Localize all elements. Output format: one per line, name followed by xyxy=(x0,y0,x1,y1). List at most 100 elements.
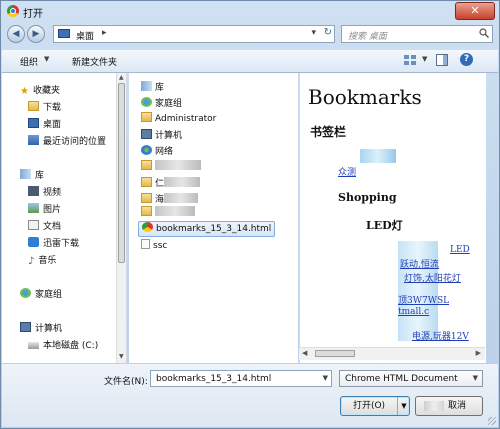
open-button[interactable]: 打开(O) ▼ xyxy=(340,396,410,416)
file-type-select[interactable]: Chrome HTML Document ▼ xyxy=(339,370,483,387)
file-item-label: ssc xyxy=(153,241,168,251)
preview-folder-item: LED灯 xyxy=(366,219,403,232)
blurred-filename xyxy=(155,160,201,170)
desktop-icon xyxy=(28,118,39,128)
preview-scroll-thumb[interactable] xyxy=(315,350,355,357)
resize-grip-icon[interactable] xyxy=(488,417,496,425)
file-item-administrator[interactable]: Administrator xyxy=(141,112,216,126)
preview-link[interactable]: LED xyxy=(450,245,470,255)
filename-label: 文件名(N): xyxy=(104,377,148,387)
sidebar-item-thunder-downloads[interactable]: 迅雷下载 xyxy=(28,236,79,250)
sidebar-item-desktop[interactable]: 桌面 xyxy=(28,117,61,131)
recent-places-icon xyxy=(28,135,39,145)
search-input[interactable]: 搜索 桌面 xyxy=(348,29,387,42)
preview-horizontal-scrollbar[interactable]: ◀ ▶ xyxy=(299,347,485,360)
file-item-homegroup[interactable]: 家庭组 xyxy=(141,96,182,110)
preview-pane: Bookmarks 书签栏 众测 Shopping LED灯 LED 跃动,恒流… xyxy=(299,73,486,363)
drive-icon xyxy=(28,342,39,349)
folder-icon xyxy=(141,193,152,203)
thunder-download-icon xyxy=(28,237,39,247)
open-dropdown-icon[interactable]: ▼ xyxy=(397,397,410,415)
filename-value[interactable]: bookmarks_15_3_14.html xyxy=(156,374,271,384)
sidebar-item-local-disk-c[interactable]: 本地磁盘 (C:) xyxy=(28,338,98,352)
sidebar-item-favorites[interactable]: ★ 收藏夹 xyxy=(20,83,60,97)
file-item-libraries[interactable]: 库 xyxy=(141,80,164,94)
file-item-label: 仁 xyxy=(155,179,165,189)
organize-button[interactable]: 组织 xyxy=(20,55,38,68)
chrome-icon xyxy=(7,5,19,17)
forward-button[interactable]: ▶ xyxy=(27,25,45,43)
search-icon[interactable] xyxy=(479,28,489,38)
sidebar-scrollbar[interactable]: ▲ ▼ xyxy=(116,73,126,363)
cancel-button-label[interactable]: 取消 xyxy=(448,401,466,411)
sidebar-item-label: 家庭组 xyxy=(35,290,63,300)
blurred-filename xyxy=(155,206,195,216)
sidebar-item-label: 计算机 xyxy=(35,324,63,334)
search-box[interactable]: 搜索 桌面 xyxy=(341,25,493,43)
file-item-label: 计算机 xyxy=(155,131,183,141)
address-dropdown-icon[interactable]: ▾ xyxy=(311,28,316,38)
close-button[interactable]: ✕ xyxy=(455,2,495,20)
file-item-network[interactable]: 网络 xyxy=(141,144,173,158)
file-item-blurred-folder[interactable]: 海 xyxy=(141,192,199,206)
sidebar-item-recent-places[interactable]: 最近访问的位置 xyxy=(28,134,106,148)
file-item-blurred-folder[interactable] xyxy=(141,206,195,220)
preview-link[interactable]: 顶3W7WSL xyxy=(398,293,449,306)
homegroup-icon xyxy=(141,97,152,107)
homegroup-icon xyxy=(20,288,31,298)
file-item-label: 家庭组 xyxy=(155,99,183,109)
preview-link[interactable]: 跃动,恒流 xyxy=(400,257,439,270)
organize-dropdown-icon[interactable]: ▼ xyxy=(44,55,49,63)
file-item-computer[interactable]: 计算机 xyxy=(141,128,182,142)
sidebar-item-music[interactable]: ♪ 音乐 xyxy=(28,253,56,267)
view-options-icon[interactable] xyxy=(404,54,416,66)
preview-link[interactable]: tmall.c xyxy=(398,307,429,317)
star-icon: ★ xyxy=(20,86,29,97)
sidebar-scroll-thumb[interactable] xyxy=(118,83,125,263)
preview-pane-icon[interactable] xyxy=(436,54,448,66)
scroll-down-icon[interactable]: ▼ xyxy=(119,353,124,360)
breadcrumb-chevron-icon[interactable]: ▸ xyxy=(102,28,107,38)
filename-field[interactable]: bookmarks_15_3_14.html ▼ xyxy=(150,370,332,387)
preview-link[interactable]: 众测 xyxy=(338,165,356,178)
sidebar-item-homegroup[interactable]: 家庭组 xyxy=(20,287,62,301)
file-item-blurred-folder[interactable]: 仁 xyxy=(141,176,201,190)
scroll-up-icon[interactable]: ▲ xyxy=(119,74,124,81)
preview-link[interactable]: 灯饰,太阳花灯 xyxy=(404,271,461,284)
new-folder-button[interactable]: 新建文件夹 xyxy=(72,55,117,68)
filename-dropdown-icon[interactable]: ▼ xyxy=(323,374,328,382)
sidebar-item-downloads[interactable]: 下载 xyxy=(28,100,61,114)
folder-icon xyxy=(141,206,152,216)
sidebar-item-pictures[interactable]: 图片 xyxy=(28,202,61,216)
address-text[interactable]: 桌面 xyxy=(76,29,94,42)
file-item-label: 库 xyxy=(155,83,165,93)
title-bar: 打开 ✕ xyxy=(1,1,499,21)
sidebar-item-computer[interactable]: 计算机 xyxy=(20,321,62,335)
cancel-button[interactable]: 取消 xyxy=(415,396,483,416)
navigation-pane[interactable]: ★ 收藏夹 下载 桌面 最近访问的位置 库 视频 图片 文档 迅雷下载 ♪ 音乐 家 xyxy=(2,73,127,363)
pictures-icon xyxy=(28,203,39,213)
file-item-label: 海 xyxy=(155,195,165,205)
refresh-icon[interactable]: ↻ xyxy=(324,27,332,38)
preview-folder-item: Shopping xyxy=(338,191,397,204)
file-item-blurred-folder[interactable] xyxy=(141,160,201,174)
sidebar-item-documents[interactable]: 文档 xyxy=(28,219,61,233)
sidebar-item-videos[interactable]: 视频 xyxy=(28,185,61,199)
library-icon xyxy=(141,81,152,91)
preview-link[interactable]: 电源,玩器12V xyxy=(412,329,469,342)
sidebar-item-libraries[interactable]: 库 xyxy=(20,168,44,182)
blurred-filename xyxy=(164,193,199,203)
sidebar-item-label: 桌面 xyxy=(43,120,62,130)
scroll-right-icon[interactable]: ▶ xyxy=(476,349,481,357)
file-item-bookmarks-html[interactable]: bookmarks_15_3_14.html xyxy=(138,221,276,237)
help-icon[interactable]: ? xyxy=(460,53,473,66)
file-list[interactable]: 库 家庭组 Administrator 计算机 网络 仁 海 bookmarks… xyxy=(129,73,298,363)
file-type-dropdown-icon[interactable]: ▼ xyxy=(473,374,478,382)
address-bar[interactable]: 桌面 ▸ ▾ ↻ xyxy=(53,25,335,43)
open-button-label[interactable]: 打开(O) xyxy=(341,397,397,415)
scroll-left-icon[interactable]: ◀ xyxy=(302,349,307,357)
back-button[interactable]: ◀ xyxy=(7,25,25,43)
file-item-ssc[interactable]: ssc xyxy=(141,239,167,253)
view-dropdown-icon[interactable]: ▼ xyxy=(422,55,427,63)
file-item-label: bookmarks_15_3_14.html xyxy=(156,224,272,234)
